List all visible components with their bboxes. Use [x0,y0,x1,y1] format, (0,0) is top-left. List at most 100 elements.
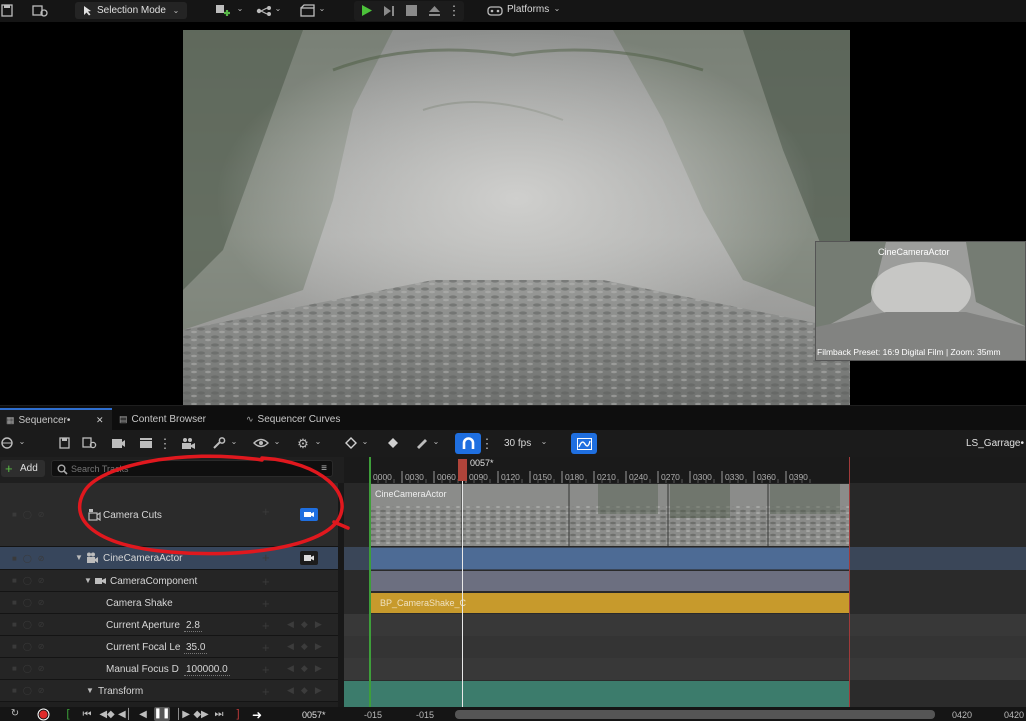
wrench-icon[interactable] [211,436,227,450]
playback-mode-icon[interactable]: ➜ [250,708,264,721]
add-key-plus-icon[interactable]: + [262,662,270,677]
camera-component-section-bar[interactable] [370,571,849,591]
add-track-plus-icon[interactable]: + [262,550,270,565]
chevron-down-icon[interactable]: ⌄ [236,4,244,14]
current-frame-field[interactable]: 0057* [302,711,326,720]
expand-arrow-icon[interactable]: ▼ [75,554,83,562]
world-icon[interactable] [0,436,14,450]
jump-to-start-icon[interactable]: ⏮ [80,708,94,721]
cine-camera-section-bar[interactable] [370,548,849,569]
track-row-lock-controls[interactable]: ■ ◯ ⊘ [0,483,64,546]
track-row-camera-shake[interactable]: ■ ◯ ⊘ Camera Shake + [0,592,344,614]
view-range-end[interactable]: 0420 [1004,711,1024,720]
platforms-label[interactable]: Platforms [507,5,549,15]
camera-actor-icon[interactable] [179,436,197,450]
add-track-plus-icon[interactable]: + [262,574,270,589]
chevron-down-icon[interactable]: ⌄ [314,437,322,447]
set-end-icon[interactable]: ] [234,708,242,721]
manual-focus-distance-value[interactable]: 100000.0 [184,664,230,676]
key-navigation-icons[interactable]: ◀◆▶ [287,685,329,696]
browse-icon[interactable] [80,436,98,450]
step-back-icon[interactable]: ◀│ [118,708,132,721]
track-row-lock-controls[interactable]: ■ ◯ ⊘ [0,547,64,569]
cinematics-icon[interactable] [299,3,315,18]
expand-arrow-icon[interactable]: ▼ [84,577,92,585]
step-icon[interactable] [381,2,397,19]
working-range-start[interactable]: -015 [416,711,434,720]
track-lane-current-aperture[interactable] [344,614,1026,636]
content-icon[interactable] [30,3,50,18]
save-sequence-icon[interactable] [57,436,71,450]
pen-icon[interactable] [414,436,430,450]
playhead-marker[interactable] [458,459,467,481]
track-row-current-aperture[interactable]: ■ ◯ ⊘ Current Aperture 2.8 + ◀◆▶ [0,614,344,636]
chevron-down-icon[interactable]: ⌄ [318,4,326,14]
search-tracks-box[interactable]: ≡ [51,460,333,477]
playhead-line[interactable] [462,481,463,707]
set-start-icon[interactable]: [ [64,708,72,721]
track-lane-current-focal-length[interactable] [344,636,1026,658]
step-forward-icon[interactable]: │▶ [176,708,190,721]
curve-editor-button[interactable] [571,433,597,454]
more-icon[interactable]: ⋮ [481,435,494,451]
chevron-down-icon[interactable]: ⌄ [18,437,26,447]
track-row-lock-controls[interactable]: ■ ◯ ⊘ [0,636,64,657]
expand-arrow-icon[interactable]: ▼ [86,687,94,695]
stop-icon[interactable] [403,2,419,19]
track-row-current-focal-length[interactable]: ■ ◯ ⊘ Current Focal Le 35.0 + ◀◆▶ [0,636,344,658]
range-scrollbar[interactable] [455,710,935,719]
add-key-plus-icon[interactable]: + [262,684,270,699]
reverse-play-icon[interactable]: ◀ [137,708,149,721]
chevron-down-icon[interactable]: ⌄ [553,4,561,14]
close-icon[interactable]: ✕ [96,415,104,426]
tab-content-browser[interactable]: ▤ Content Browser [113,408,238,431]
camera-cuts-section[interactable]: CineCameraActor [370,484,849,546]
key-navigation-icons[interactable]: ◀◆▶ [287,663,329,674]
playback-end-marker[interactable] [849,457,850,707]
chevron-down-icon[interactable]: ⌄ [273,437,281,447]
platforms-icon[interactable] [486,3,504,18]
transform-section-bar[interactable] [344,681,849,707]
track-row-lock-controls[interactable]: ■ ◯ ⊘ [0,570,64,591]
auto-key-icon[interactable] [386,436,400,450]
clapper-icon[interactable] [138,436,154,450]
add-key-plus-icon[interactable]: + [262,596,270,611]
camera-view-toggle[interactable] [300,551,318,565]
track-row-manual-focus-distance[interactable]: ■ ◯ ⊘ Manual Focus D 100000.0 + ◀◆▶ [0,658,344,680]
track-lane-manual-focus-distance[interactable] [344,658,1026,680]
add-key-plus-icon[interactable]: + [262,640,270,655]
add-actor-icon[interactable] [212,2,234,19]
sequence-name[interactable]: LS_Garrage• [966,439,1024,449]
gear-icon[interactable]: ⚙ [295,436,311,450]
selection-mode-button[interactable]: Selection Mode ⌄ [75,2,187,19]
track-row-lock-controls[interactable]: ■ ◯ ⊘ [0,614,64,635]
add-track-button[interactable]: + Add [1,460,45,477]
working-range-end[interactable]: 0420 [952,711,972,720]
track-row-lock-controls[interactable]: ■ ◯ ⊘ [0,658,64,679]
search-tracks-input[interactable] [71,462,301,475]
track-row-camera-component[interactable]: ■ ◯ ⊘ ▼ CameraComponent + [0,570,344,592]
play-icon[interactable] [359,2,375,19]
next-key-icon[interactable]: ◆▶ [193,708,208,721]
blueprint-icon[interactable] [256,3,272,18]
eye-icon[interactable] [252,436,270,450]
more-icon[interactable]: ⋮ [159,435,172,451]
time-ruler[interactable]: 0000 0030 0060 0090 0120 0150 0180 0210 0240 0270… [344,457,1026,483]
track-row-cine-camera-actor[interactable]: ■ ◯ ⊘ ▼ CineCameraActor + [0,547,344,570]
key-navigation-icons[interactable]: ◀◆▶ [287,619,329,630]
key-diamond-icon[interactable] [344,436,358,450]
more-icon[interactable]: ⋮ [448,2,461,19]
view-range-start[interactable]: -015 [364,711,382,720]
current-aperture-value[interactable]: 2.8 [184,620,202,632]
record-icon[interactable] [36,708,50,721]
jump-to-end-icon[interactable]: ⏭ [212,708,226,721]
previous-key-icon[interactable]: ◀◆ [99,708,114,721]
tab-sequencer[interactable]: ▦ Sequencer• ✕ [0,408,112,431]
save-icon[interactable] [0,3,14,18]
chevron-down-icon[interactable]: ⌄ [230,437,238,447]
loop-icon[interactable]: ↻ [8,708,22,720]
filter-icon[interactable]: ≡ [318,463,330,475]
timeline-area[interactable]: 0000 0030 0060 0090 0120 0150 0180 0210 0240 0270… [344,457,1026,707]
tab-sequencer-curves[interactable]: ∿ Sequencer Curves [240,408,360,431]
chevron-down-icon[interactable]: ⌄ [432,437,440,447]
